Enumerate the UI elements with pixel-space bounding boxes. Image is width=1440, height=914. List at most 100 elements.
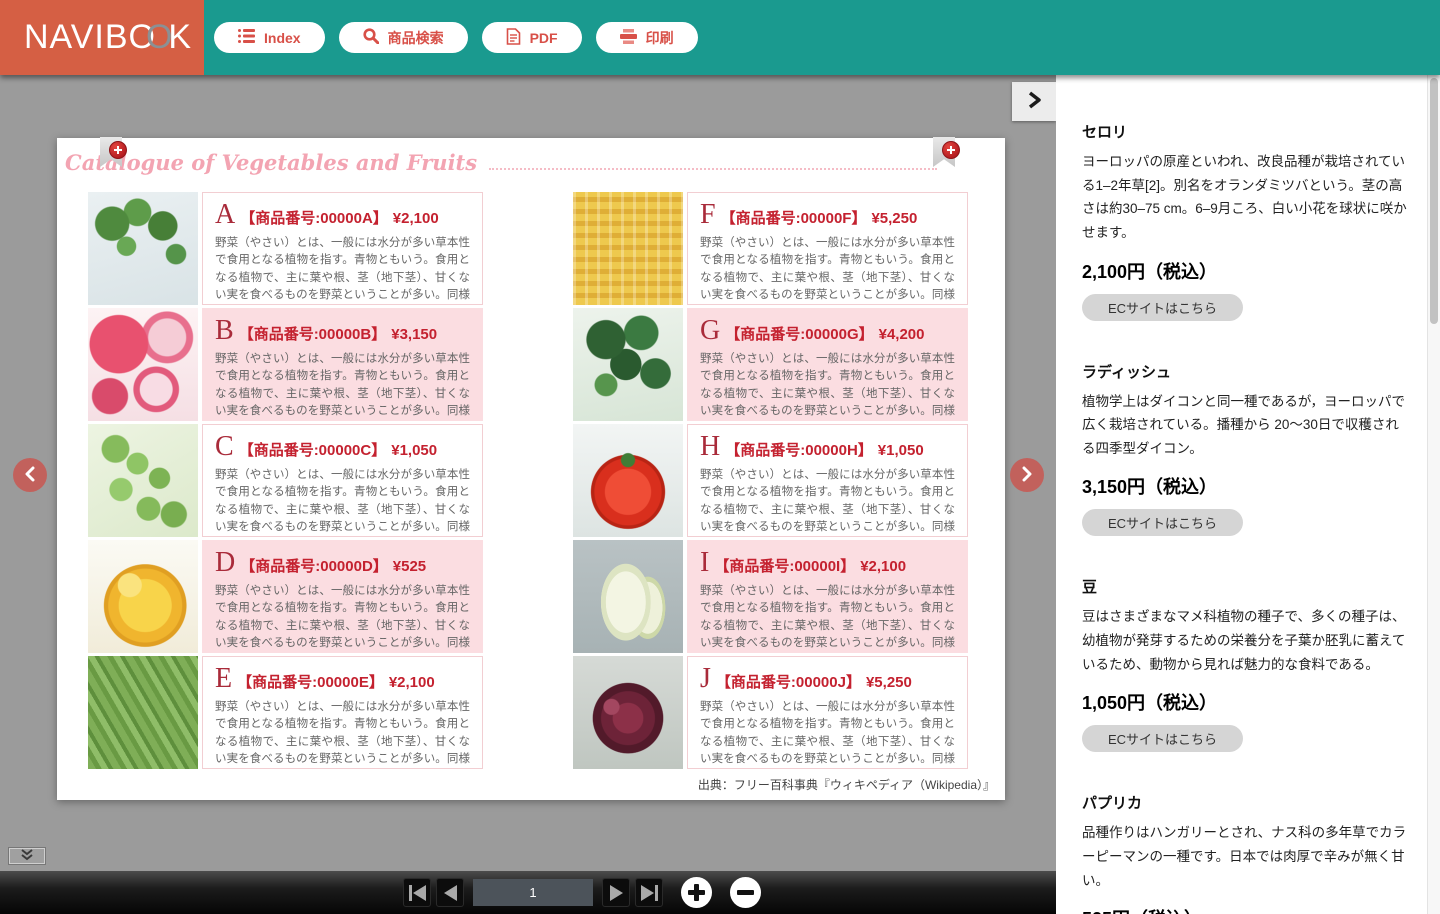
product-letter: E	[215, 665, 232, 693]
product-card: I 【商品番号:00000I】 ¥2,100 野菜（やさい）とは、一般には水分が…	[573, 540, 968, 653]
sidebar-content: セロリ ヨーロッパの原産といわれ、改良品種が栽培されている1–2年草[2]。別名…	[1056, 75, 1440, 914]
product-price: ¥2,100	[389, 674, 435, 691]
product-letter: J	[700, 665, 711, 693]
product-price: ¥1,050	[878, 442, 924, 459]
product-photo-yellow-pepper	[88, 540, 198, 653]
sidebar-item-radish: ラディッシュ 植物学上はダイコンと同一種であるが，ヨーロッパで広く栽培されている…	[1082, 361, 1410, 537]
product-description: 野菜（やさい）とは、一般には水分が多い草本性で食用となる植物を指す。青物ともいう…	[700, 699, 955, 769]
product-description: 野菜（やさい）とは、一般には水分が多い草本性で食用となる植物を指す。青物ともいう…	[700, 351, 955, 421]
product-code: 【商品番号:00000I】	[714, 555, 855, 576]
product-letter: A	[215, 201, 235, 229]
product-card: F 【商品番号:00000F】 ¥5,250 野菜（やさい）とは、一般には水分が…	[573, 192, 968, 305]
next-triangle-icon	[610, 885, 623, 901]
product-search-button[interactable]: 商品検索	[339, 22, 468, 53]
add-bookmark-right-button[interactable]	[942, 141, 960, 159]
item-price: 525円（税込）	[1082, 905, 1410, 914]
logo-text: NAVIBO	[24, 18, 156, 57]
chevron-right-icon	[1026, 90, 1042, 113]
scrollbar-thumb[interactable]	[1430, 78, 1438, 324]
page-title-row: Catalogue of Vegetables and Fruits	[65, 150, 939, 175]
product-code: 【商品番号:00000H】	[725, 439, 873, 460]
product-description: 野菜（やさい）とは、一般には水分が多い草本性で食用となる植物を指す。青物ともいう…	[215, 699, 470, 769]
product-photo-celery	[88, 192, 198, 305]
product-code: 【商品番号:00000D】	[240, 555, 388, 576]
product-price: ¥5,250	[871, 210, 917, 227]
product-code: 【商品番号:00000J】	[716, 671, 861, 692]
sidebar-scrollbar[interactable]	[1427, 75, 1440, 914]
zoom-out-button[interactable]	[730, 877, 761, 908]
product-price: ¥525	[393, 558, 426, 575]
product-description: 野菜（やさい）とは、一般には水分が多い草本性で食用となる植物を指す。青物ともいう…	[215, 351, 470, 421]
navibook-logo[interactable]: NAVIBOOK	[0, 0, 204, 75]
product-description: 野菜（やさい）とは、一般には水分が多い草本性で食用となる植物を指す。青物ともいう…	[700, 235, 955, 305]
print-button-label: 印刷	[646, 28, 674, 48]
collapse-toolbar-button[interactable]	[8, 847, 46, 865]
app-header: NAVIBOOK Index 商品検索 PDF 印刷	[0, 0, 1440, 75]
printer-icon	[620, 29, 637, 47]
product-photo-corn	[573, 192, 683, 305]
bottom-toolbar: 1	[0, 871, 1056, 914]
index-button[interactable]: Index	[214, 22, 325, 53]
product-code: 【商品番号:00000E】	[237, 671, 384, 692]
product-description: 野菜（やさい）とは、一般には水分が多い草本性で食用となる植物を指す。青物ともいう…	[215, 467, 470, 537]
next-page-arrow-button[interactable]	[1010, 458, 1044, 492]
chevron-right-icon	[1021, 466, 1033, 485]
product-description: 野菜（やさい）とは、一般には水分が多い草本性で食用となる植物を指す。青物ともいう…	[215, 235, 470, 305]
ec-site-button[interactable]: ECサイトはこちら	[1082, 509, 1243, 536]
last-page-icon	[655, 885, 658, 901]
item-title: パプリカ	[1082, 792, 1410, 813]
product-card: H 【商品番号:00000H】 ¥1,050 野菜（やさい）とは、一般には水分が…	[573, 424, 968, 537]
item-price: 2,100円（税込）	[1082, 258, 1410, 284]
product-price: ¥4,200	[879, 326, 925, 343]
item-title: ラディッシュ	[1082, 361, 1410, 382]
product-price: ¥2,100	[860, 558, 906, 575]
product-search-label: 商品検索	[388, 28, 444, 48]
prev-page-arrow-button[interactable]	[13, 458, 47, 492]
page-number-input[interactable]: 1	[473, 879, 593, 906]
sidebar-item-celery: セロリ ヨーロッパの原産といわれ、改良品種が栽培されている1–2年草[2]。別名…	[1082, 121, 1410, 321]
sidebar-item-beans: 豆 豆はさまざまなマメ科植物の種子で、多くの種子は、幼植物が発芽するための栄養分…	[1082, 576, 1410, 752]
pdf-button[interactable]: PDF	[482, 22, 582, 53]
product-letter: B	[215, 317, 234, 345]
chevron-left-icon	[24, 466, 36, 485]
product-price: ¥1,050	[391, 442, 437, 459]
product-photo-endive	[573, 540, 683, 653]
product-code: 【商品番号:00000B】	[239, 323, 387, 344]
item-description: 植物学上はダイコンと同一種であるが，ヨーロッパで広く栽培されている。播種から 2…	[1082, 390, 1410, 461]
previous-page-button[interactable]	[436, 878, 464, 907]
zoom-in-button[interactable]	[681, 877, 712, 908]
product-description: 野菜（やさい）とは、一般には水分が多い草本性で食用となる植物を指す。青物ともいう…	[215, 583, 470, 653]
bookmark-right	[933, 137, 963, 169]
item-description: ヨーロッパの原産といわれ、改良品種が栽培されている1–2年草[2]。別名をオラン…	[1082, 150, 1410, 245]
zoom-controls	[681, 877, 761, 908]
logo-text-end: K	[168, 18, 192, 57]
product-photo-red-cabbage	[573, 656, 683, 769]
last-page-button[interactable]	[635, 878, 663, 907]
product-grid: A 【商品番号:00000A】 ¥2,100 野菜（やさい）とは、一般には水分が…	[88, 192, 968, 769]
product-photo-asparagus	[88, 656, 198, 769]
product-code: 【商品番号:00000F】	[721, 207, 867, 228]
product-card: D 【商品番号:00000D】 ¥525 野菜（やさい）とは、一般には水分が多い…	[88, 540, 483, 653]
double-chevron-down-icon	[19, 849, 35, 864]
item-description: 品種作りはハンガリーとされ、ナス科の多年草でカラーピーマンの一種です。日本では肉…	[1082, 821, 1410, 892]
add-bookmark-left-button[interactable]	[109, 141, 127, 159]
product-code: 【商品番号:00000C】	[239, 439, 387, 460]
product-photo-broccoli	[573, 308, 683, 421]
navibook-app: NAVIBOOK Index 商品検索 PDF 印刷 Cat	[0, 0, 1440, 914]
catalog-viewer: Catalogue of Vegetables and Fruits A 【商品…	[0, 75, 1056, 871]
sidebar-item-paprika: パプリカ 品種作りはハンガリーとされ、ナス科の多年草でカラーピーマンの一種です。…	[1082, 792, 1410, 914]
first-page-icon	[409, 885, 412, 901]
print-button[interactable]: 印刷	[596, 22, 698, 53]
product-description: 野菜（やさい）とは、一般には水分が多い草本性で食用となる植物を指す。青物ともいう…	[700, 467, 955, 537]
product-letter: I	[700, 549, 709, 577]
index-button-label: Index	[264, 30, 301, 46]
product-photo-radish	[88, 308, 198, 421]
product-card: G 【商品番号:00000G】 ¥4,200 野菜（やさい）とは、一般には水分が…	[573, 308, 968, 421]
next-page-button[interactable]	[602, 878, 630, 907]
ec-site-button[interactable]: ECサイトはこちら	[1082, 725, 1243, 752]
first-page-button[interactable]	[403, 878, 431, 907]
ec-site-button[interactable]: ECサイトはこちら	[1082, 294, 1243, 321]
sidebar-toggle-button[interactable]	[1012, 82, 1056, 121]
product-price: ¥5,250	[866, 674, 912, 691]
product-description: 野菜（やさい）とは、一般には水分が多い草本性で食用となる植物を指す。青物ともいう…	[700, 583, 955, 653]
